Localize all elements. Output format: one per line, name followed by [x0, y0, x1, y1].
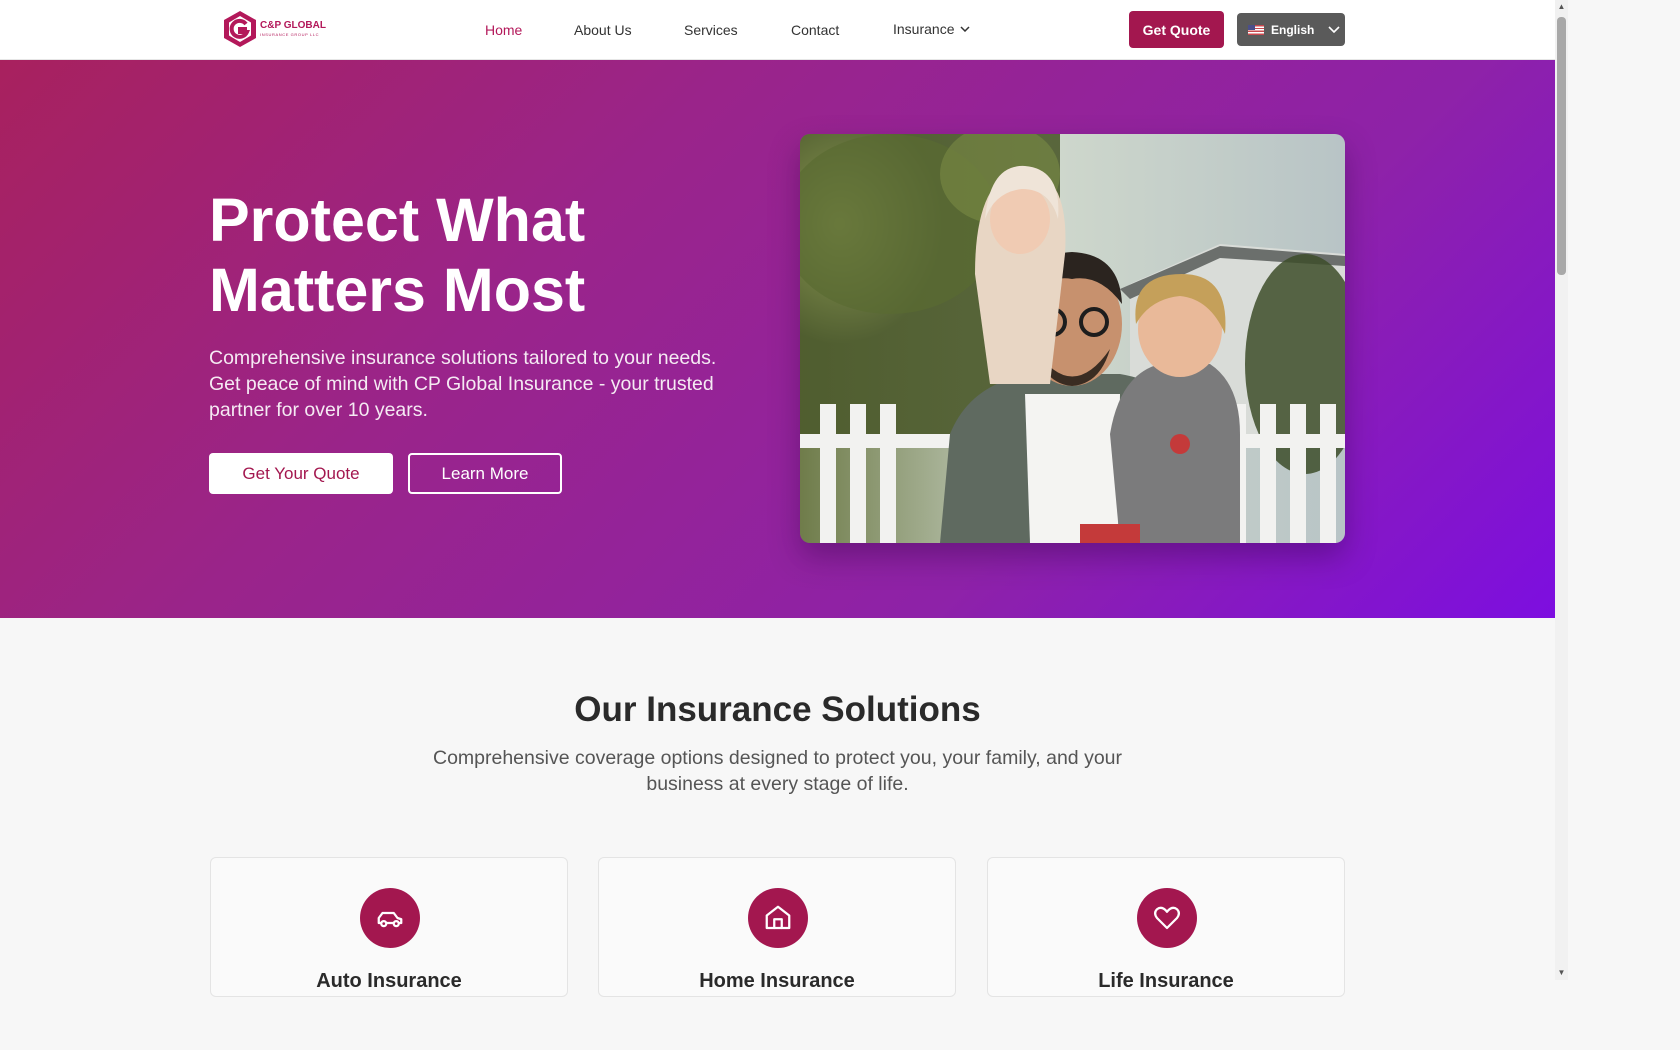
home-icon: [765, 905, 791, 930]
nav-item-contact[interactable]: Contact: [791, 22, 839, 38]
site-header: C&P GLOBAL INSURANCE GROUP LLC Home Abou…: [0, 0, 1555, 60]
scroll-up-arrow-icon[interactable]: ▲: [1555, 0, 1568, 14]
scroll-down-arrow-icon[interactable]: ▼: [1555, 966, 1568, 980]
nav-item-insurance-dropdown[interactable]: Insurance: [893, 21, 971, 37]
card-title: Home Insurance: [699, 970, 855, 992]
scrollbar-thumb[interactable]: [1557, 17, 1566, 275]
page-scrollbar[interactable]: ▲ ▼: [1555, 0, 1568, 980]
hero-description: Comprehensive insurance solutions tailor…: [209, 347, 717, 421]
us-flag-icon: [1248, 24, 1264, 35]
get-quote-button[interactable]: Get Quote: [1129, 11, 1224, 48]
brand-name: C&P GLOBAL: [260, 20, 326, 31]
card-title: Life Insurance: [1098, 970, 1234, 992]
card-title: Auto Insurance: [316, 970, 462, 992]
learn-more-button[interactable]: Learn More: [408, 453, 562, 494]
get-your-quote-button[interactable]: Get Your Quote: [209, 453, 393, 494]
hero-family-photo: [800, 134, 1345, 543]
hero-section: Protect What Matters Most Comprehensive …: [0, 60, 1555, 618]
heart-icon-badge: [1137, 888, 1197, 948]
nav-item-insurance-label: Insurance: [893, 21, 955, 37]
car-icon: [377, 911, 403, 928]
car-icon-badge: [360, 888, 420, 948]
nav-item-home[interactable]: Home: [485, 22, 522, 38]
chevron-down-icon: [960, 26, 971, 32]
nav-item-services[interactable]: Services: [684, 22, 738, 38]
heart-icon: [1154, 906, 1180, 930]
life-insurance-card[interactable]: Life Insurance: [987, 857, 1345, 997]
logo-mark-icon: [224, 11, 256, 47]
nav-item-about-us[interactable]: About Us: [574, 22, 632, 38]
brand-logo[interactable]: C&P GLOBAL INSURANCE GROUP LLC: [222, 10, 326, 48]
language-selector[interactable]: English: [1237, 13, 1345, 46]
auto-insurance-card[interactable]: Auto Insurance: [210, 857, 568, 997]
brand-tagline: INSURANCE GROUP LLC: [260, 32, 320, 37]
home-insurance-card[interactable]: Home Insurance: [598, 857, 956, 997]
home-icon-badge: [748, 888, 808, 948]
language-label: English: [1271, 22, 1315, 37]
solutions-subtitle: Comprehensive coverage options designed …: [432, 747, 1123, 795]
solutions-title: Our Insurance Solutions: [574, 690, 981, 729]
chevron-down-icon: [1328, 26, 1340, 33]
hero-title: Protect What Matters Most: [209, 186, 586, 324]
